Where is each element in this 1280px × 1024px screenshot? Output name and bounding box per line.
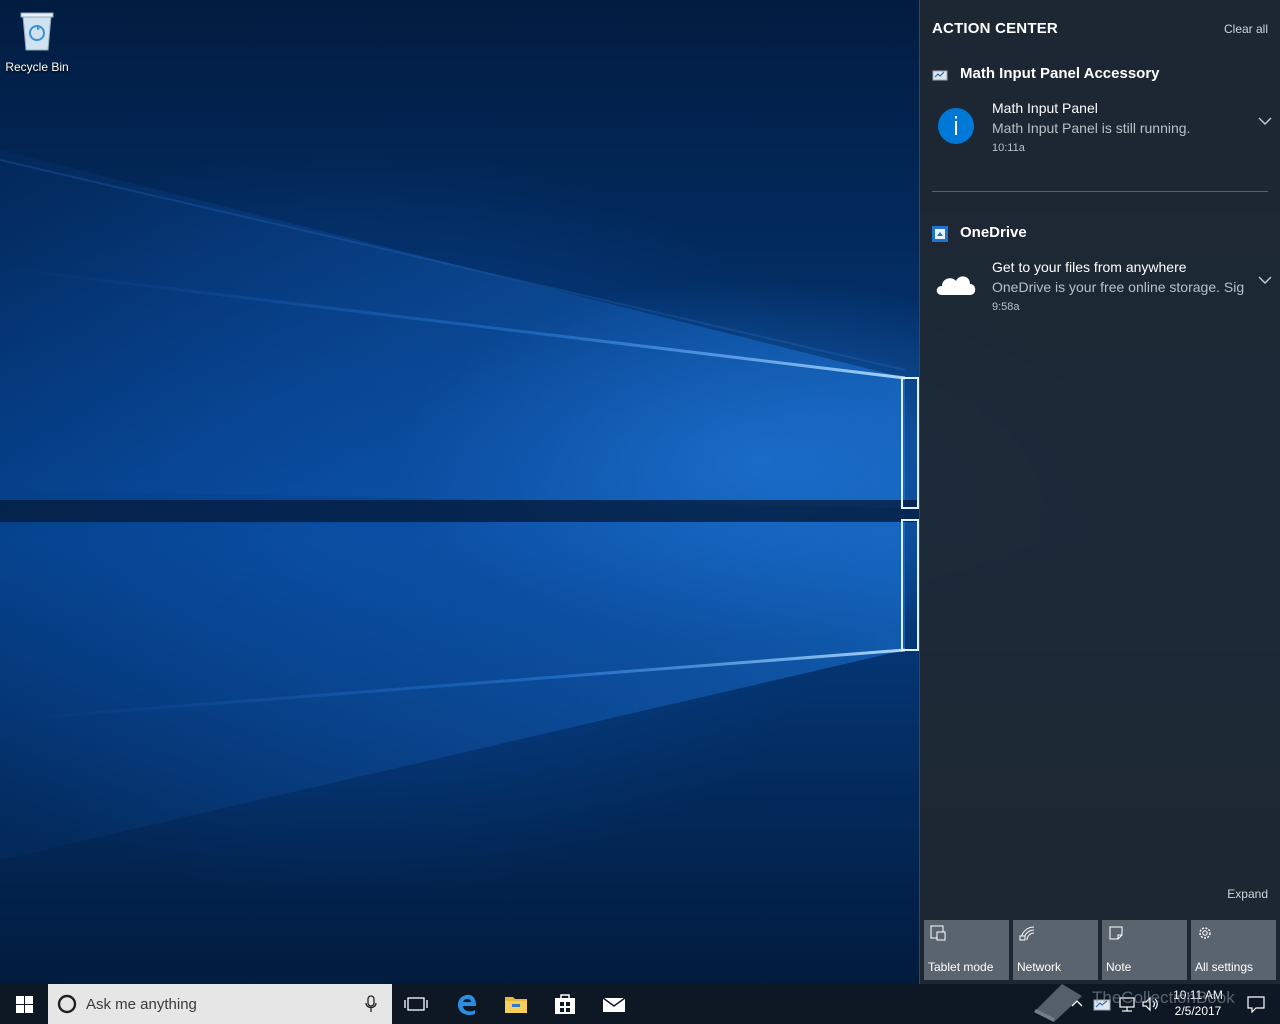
cortana-icon bbox=[57, 994, 77, 1014]
edge-icon bbox=[458, 994, 476, 1015]
notification-divider bbox=[932, 191, 1268, 192]
quick-action-all-settings[interactable]: All settings bbox=[1191, 920, 1276, 980]
windows-logo-icon bbox=[16, 996, 33, 1013]
notification-group-onedrive: OneDrive Get to your files from anywhere… bbox=[932, 223, 1272, 325]
expand-quick-actions-link[interactable]: Expand bbox=[1227, 887, 1268, 901]
notification-group-name: Math Input Panel Accessory bbox=[960, 65, 1160, 82]
notification-group-header[interactable]: Math Input Panel Accessory bbox=[932, 64, 1272, 86]
desktop-icon-recycle-bin[interactable]: Recycle Bin bbox=[2, 6, 72, 76]
notification-body: OneDrive is your free online storage. Si… bbox=[992, 279, 1244, 295]
mail-icon bbox=[602, 997, 626, 1012]
store-taskbar-button[interactable] bbox=[541, 984, 589, 1024]
quick-actions-bar: Tablet mode Network Note All settings bbox=[924, 920, 1277, 980]
math-input-panel-icon bbox=[932, 70, 948, 81]
tablet-mode-icon bbox=[930, 925, 946, 941]
search-input[interactable] bbox=[86, 992, 346, 1016]
recycle-bin-label: Recycle Bin bbox=[5, 60, 69, 74]
info-icon bbox=[938, 108, 974, 144]
notification-body: Math Input Panel is still running. bbox=[992, 120, 1191, 136]
notification-onedrive[interactable]: Get to your files from anywhere OneDrive… bbox=[932, 255, 1272, 325]
notification-time: 9:58a bbox=[992, 301, 1020, 313]
file-explorer-icon bbox=[505, 997, 527, 1013]
network-icon bbox=[1019, 926, 1035, 941]
notification-title: Get to your files from anywhere bbox=[992, 259, 1187, 275]
quick-action-label: All settings bbox=[1195, 960, 1254, 974]
book-logo-icon bbox=[1034, 984, 1082, 1022]
quick-action-label: Network bbox=[1017, 960, 1062, 974]
clear-all-button[interactable]: Clear all bbox=[1224, 22, 1268, 36]
watermark-text: TheCollectionBook bbox=[1092, 988, 1235, 1007]
notification-math-input-panel[interactable]: Math Input Panel Math Input Panel is sti… bbox=[932, 96, 1272, 166]
action-center-header: ACTION CENTER Clear all bbox=[932, 18, 1272, 42]
store-icon bbox=[555, 994, 575, 1014]
quick-action-label: Tablet mode bbox=[928, 960, 994, 974]
recycle-bin-icon bbox=[20, 12, 54, 51]
watermark: TheCollectionBook bbox=[1030, 976, 1280, 1024]
notification-title: Math Input Panel bbox=[992, 100, 1098, 116]
notification-time: 10:11a bbox=[992, 142, 1025, 154]
start-button[interactable] bbox=[0, 984, 48, 1024]
action-center-title: ACTION CENTER bbox=[932, 20, 1058, 37]
onedrive-icon bbox=[932, 226, 948, 242]
quick-action-note[interactable]: Note bbox=[1102, 920, 1187, 980]
cloud-icon bbox=[936, 276, 976, 295]
cortana-search-box[interactable] bbox=[48, 984, 392, 1024]
task-view-icon bbox=[404, 997, 428, 1011]
notification-group-math-input-panel: Math Input Panel Accessory Math Input Pa… bbox=[932, 64, 1272, 166]
notification-group-name: OneDrive bbox=[960, 224, 1027, 241]
quick-action-network[interactable]: Network bbox=[1013, 920, 1098, 980]
action-center-panel: ACTION CENTER Clear all Math Input Panel… bbox=[919, 0, 1280, 984]
file-explorer-taskbar-button[interactable] bbox=[492, 984, 540, 1024]
gear-icon bbox=[1199, 927, 1211, 939]
notification-group-header[interactable]: OneDrive bbox=[932, 223, 1272, 245]
mail-taskbar-button[interactable] bbox=[590, 984, 638, 1024]
note-icon bbox=[1109, 926, 1123, 940]
microphone-icon[interactable] bbox=[364, 995, 378, 1013]
quick-action-label: Note bbox=[1106, 960, 1132, 974]
task-view-button[interactable] bbox=[392, 984, 440, 1024]
chevron-down-icon[interactable] bbox=[1258, 114, 1272, 128]
quick-action-tablet-mode[interactable]: Tablet mode bbox=[924, 920, 1009, 980]
chevron-down-icon[interactable] bbox=[1258, 273, 1272, 287]
edge-taskbar-button[interactable] bbox=[443, 984, 491, 1024]
